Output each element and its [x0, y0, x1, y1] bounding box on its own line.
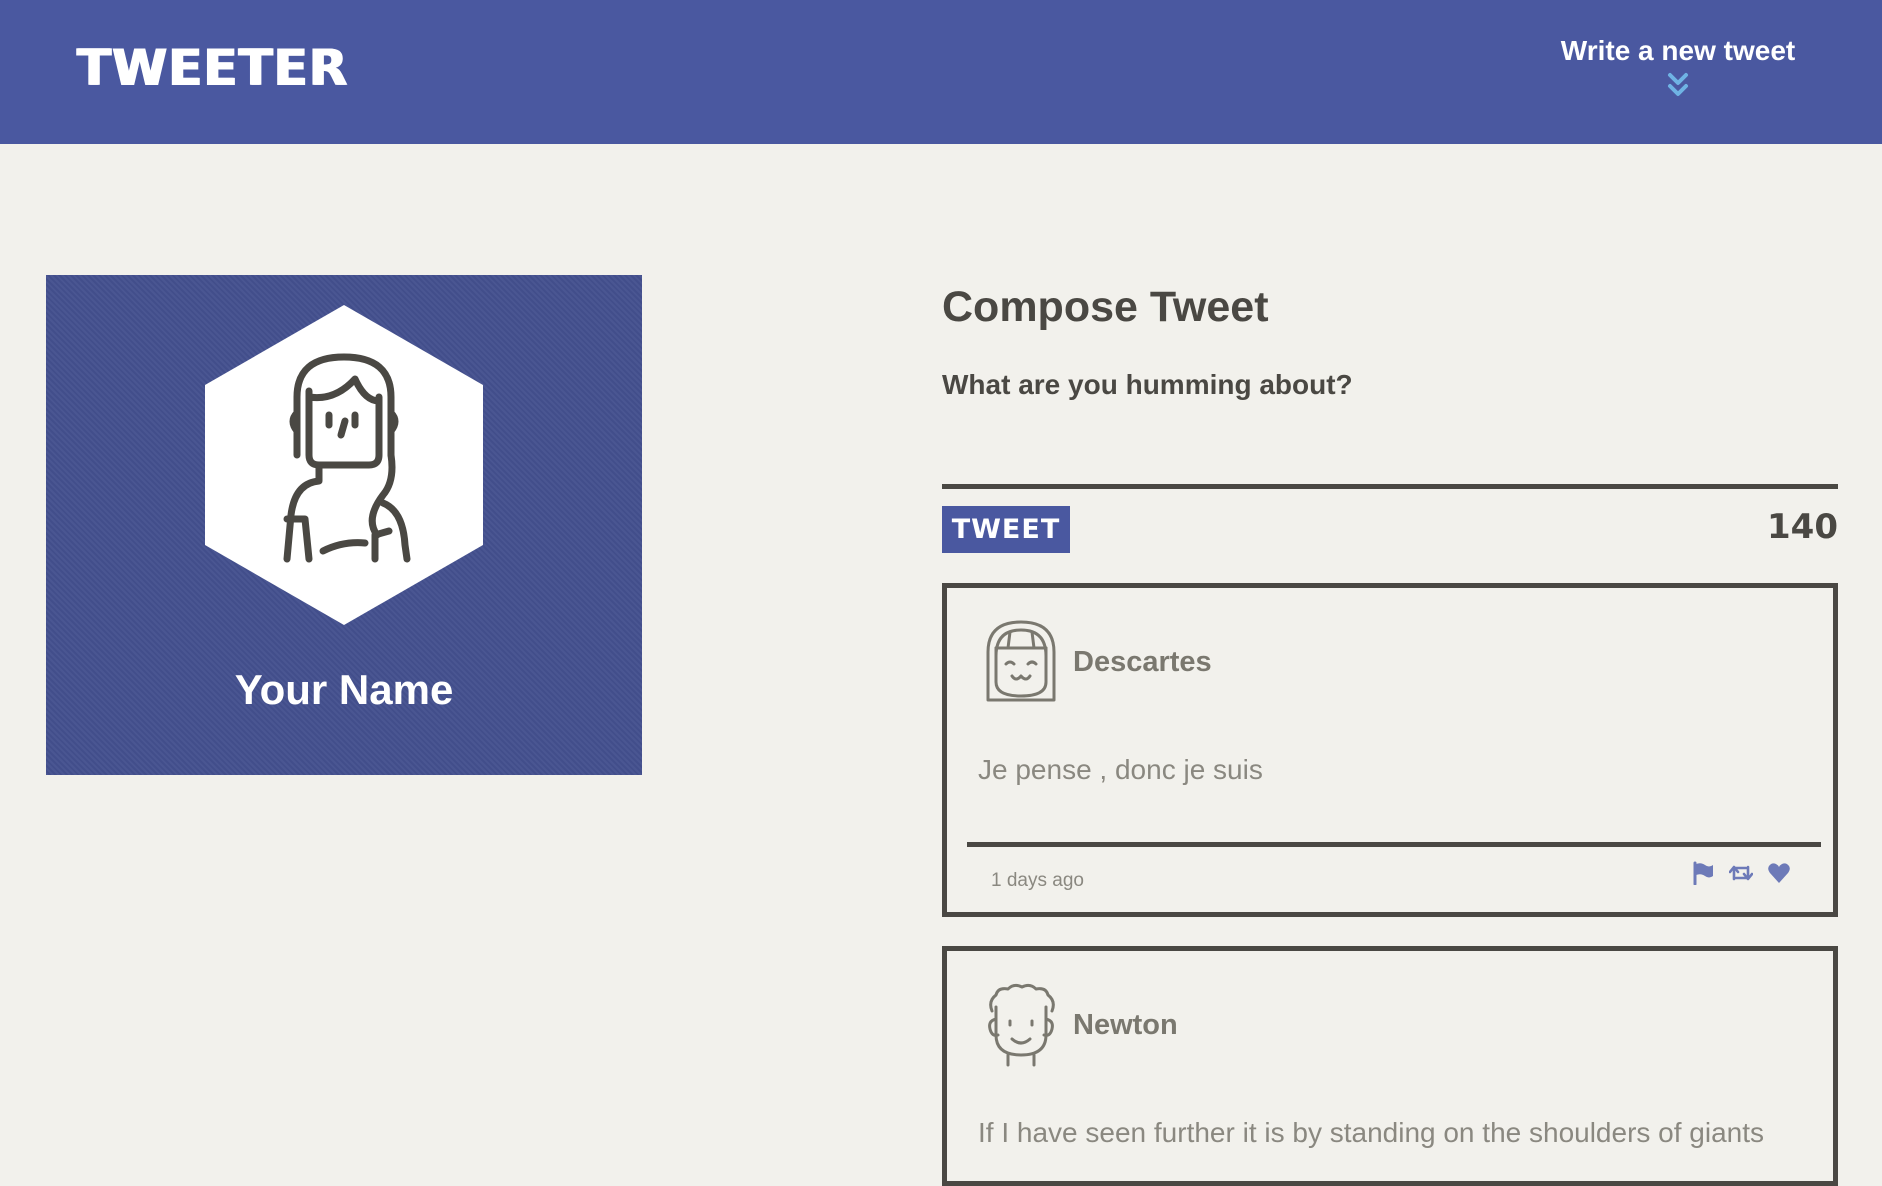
tweet-card: Descartes Je pense , donc je suis 1 days… — [942, 583, 1838, 917]
tweet-author[interactable]: Newton — [1073, 1009, 1178, 1042]
profile-name: Your Name — [234, 666, 454, 713]
tweet-actions — [1691, 861, 1791, 885]
tweet-timestamp: 1 days ago — [991, 870, 1084, 891]
compose-title: Compose Tweet — [942, 283, 1269, 331]
profile-avatar — [205, 305, 483, 625]
retweet-icon[interactable] — [1729, 861, 1753, 885]
top-nav: TWEETER Write a new tweet — [0, 0, 1882, 144]
double-chevron-down-icon[interactable] — [1666, 72, 1690, 98]
tweet-text: Je pense , donc je suis — [978, 754, 1263, 785]
tweet-textarea[interactable] — [942, 405, 1838, 489]
tweet-divider — [967, 842, 1821, 847]
compose-section: Compose Tweet What are you humming about… — [942, 275, 1838, 553]
heart-icon[interactable] — [1767, 861, 1791, 885]
tweet-submit-button[interactable]: TWEET — [942, 506, 1070, 553]
compose-prompt-label: What are you humming about? — [942, 369, 1353, 400]
write-new-tweet-toggle[interactable]: Write a new tweet — [1548, 34, 1808, 98]
char-counter: 140 — [1767, 507, 1838, 547]
brand-logo[interactable]: TWEETER — [77, 38, 348, 98]
man-avatar-icon — [988, 983, 1055, 1067]
tweet-text: If I have seen further it is by standing… — [978, 1117, 1765, 1148]
tweet-card: Newton If I have seen further it is by s… — [942, 946, 1838, 1186]
write-new-tweet-label[interactable]: Write a new tweet — [1548, 34, 1808, 68]
girl-avatar-icon — [986, 620, 1056, 702]
profile-card: Your Name — [46, 275, 642, 775]
tweet-author[interactable]: Descartes — [1073, 646, 1212, 679]
flag-icon[interactable] — [1691, 861, 1715, 885]
